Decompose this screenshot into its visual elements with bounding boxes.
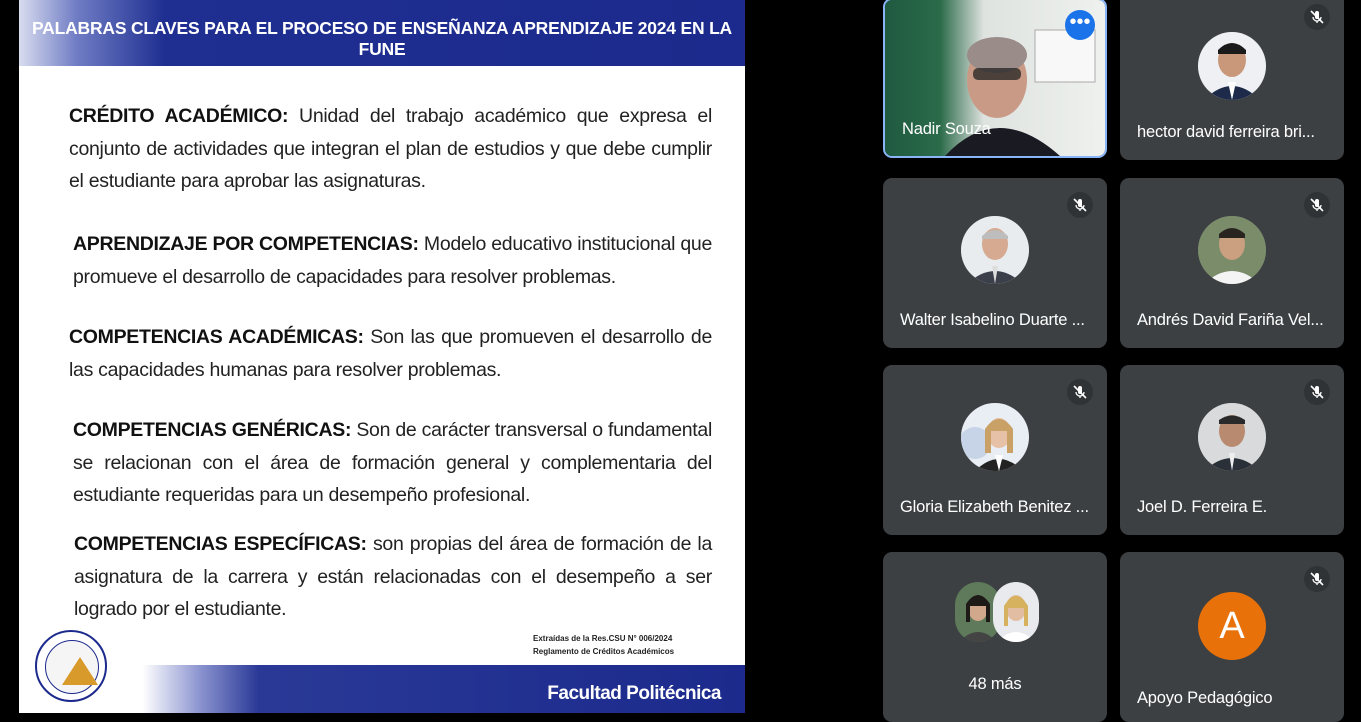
participant-name: Apoyo Pedagógico: [1137, 689, 1273, 707]
definition-term: CRÉDITO ACADÉMICO:: [69, 105, 289, 127]
mic-off-icon: [1304, 379, 1330, 405]
initial-avatar: A: [1198, 592, 1266, 660]
participant-name: Joel D. Ferreira E.: [1137, 498, 1268, 516]
participant-tile-more[interactable]: 48 más: [883, 552, 1107, 722]
source-line-1: Extraídas de la Res.CSU N° 006/2024: [533, 634, 673, 643]
mic-off-icon: [1067, 379, 1093, 405]
participant-tile-apoyo-pedagogico[interactable]: A Apoyo Pedagógico: [1120, 552, 1344, 722]
definition-term: COMPETENCIAS GENÉRICAS:: [73, 419, 352, 441]
definition-term: COMPETENCIAS ESPECÍFICAS:: [74, 533, 367, 555]
participant-tile-nadir-souza[interactable]: ••• Nadir Souza: [883, 0, 1107, 158]
mic-off-icon: [1304, 192, 1330, 218]
definition-competencias-genericas: COMPETENCIAS GENÉRICAS: Son de carácter …: [73, 414, 712, 512]
mic-off-icon: [1304, 4, 1330, 30]
avatar: [1198, 216, 1266, 284]
participant-name: Gloria Elizabeth Benitez ...: [900, 498, 1089, 516]
mic-off-icon: [1304, 566, 1330, 592]
avatar: [961, 216, 1029, 284]
participant-tile-gloria[interactable]: Gloria Elizabeth Benitez ...: [883, 365, 1107, 535]
avatar: [961, 403, 1029, 471]
definition-credito-academico: CRÉDITO ACADÉMICO: Unidad del trabajo ac…: [69, 100, 712, 198]
source-note: Extraídas de la Res.CSU N° 006/2024 Regl…: [533, 632, 674, 658]
mic-off-icon: [1067, 192, 1093, 218]
participant-name: hector david ferreira bri...: [1137, 123, 1315, 141]
participant-tile-andres[interactable]: Andrés David Fariña Vel...: [1120, 178, 1344, 348]
participant-name: Nadir Souza: [902, 120, 991, 138]
participant-tile-walter[interactable]: Walter Isabelino Duarte ...: [883, 178, 1107, 348]
avatar: [1198, 32, 1266, 100]
avatar: [1198, 403, 1266, 471]
slide-footer-label: Facultad Politécnica: [547, 683, 721, 704]
source-line-2: Reglamento de Créditos Académicos: [533, 647, 675, 656]
shared-presentation: PALABRAS CLAVES PARA EL PROCESO DE ENSEÑ…: [19, 0, 745, 713]
definition-term: COMPETENCIAS ACADÉMICAS:: [69, 326, 364, 348]
participant-tile-hector[interactable]: hector david ferreira bri...: [1120, 0, 1344, 160]
participant-name: Walter Isabelino Duarte ...: [900, 311, 1085, 329]
more-options-icon[interactable]: •••: [1065, 10, 1095, 40]
more-participants-label: 48 más: [968, 675, 1022, 693]
definition-competencias-especificas: COMPETENCIAS ESPECÍFICAS: son propias de…: [74, 528, 712, 626]
definition-competencias-academicas: COMPETENCIAS ACADÉMICAS: Son las que pro…: [69, 321, 712, 386]
definition-term: APRENDIZAJE POR COMPETENCIAS:: [73, 233, 419, 255]
avatar: [993, 582, 1039, 642]
university-seal-logo: [35, 630, 107, 702]
definition-aprendizaje-competencias: APRENDIZAJE POR COMPETENCIAS: Modelo edu…: [73, 228, 712, 293]
participant-tile-joel[interactable]: Joel D. Ferreira E.: [1120, 365, 1344, 535]
slide-title: PALABRAS CLAVES PARA EL PROCESO DE ENSEÑ…: [32, 18, 732, 59]
participant-name: Andrés David Fariña Vel...: [1137, 311, 1324, 329]
